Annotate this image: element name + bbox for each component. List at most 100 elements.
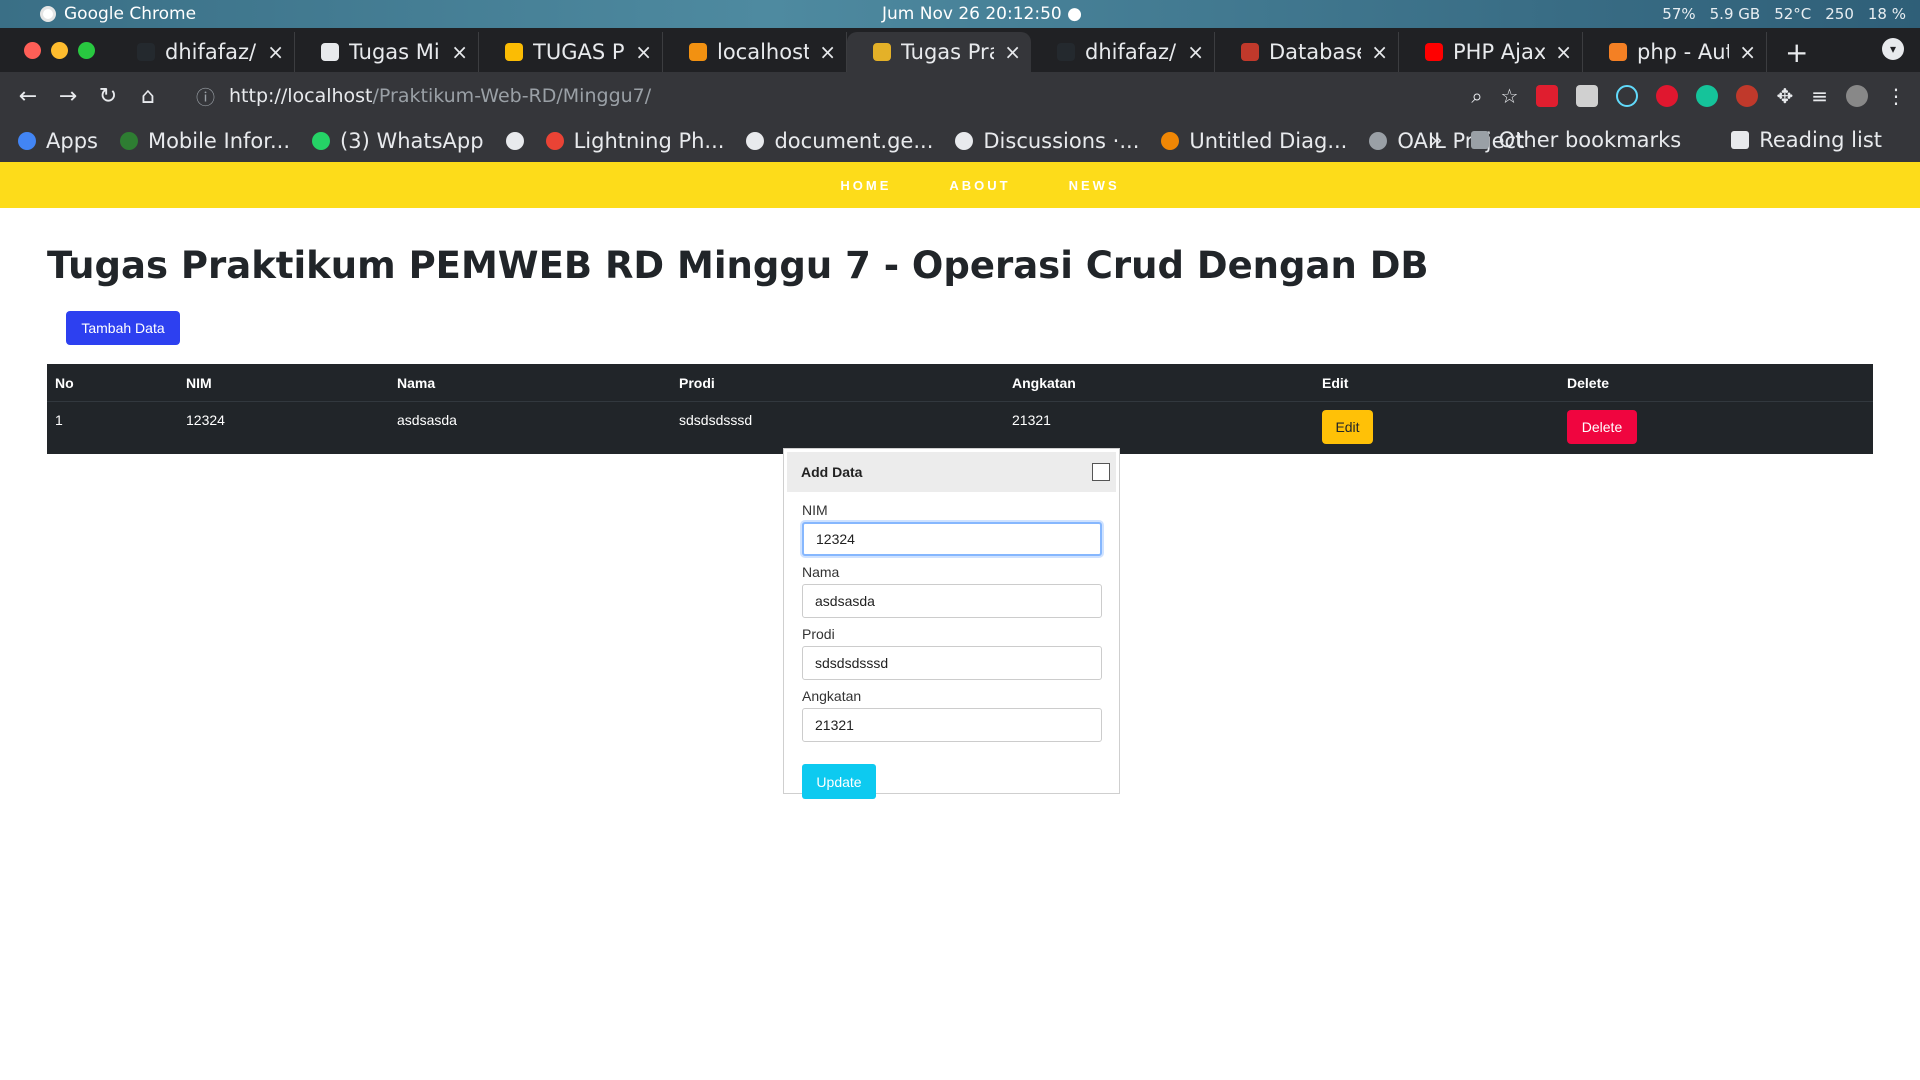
bookmark-item[interactable] xyxy=(505,132,524,150)
address-bar[interactable]: ⓘ http://localhost/Praktikum-Web-RD/Ming… xyxy=(182,78,1412,114)
new-tab-button[interactable]: + xyxy=(1767,32,1826,72)
tab-title: dhifafaz/Pr xyxy=(165,40,257,64)
modal-close-checkbox[interactable] xyxy=(1092,463,1110,481)
tab-close-icon[interactable]: × xyxy=(1555,40,1572,64)
os-menu-bar: Google Chrome Jum Nov 26 20:12:50 ● 57% … xyxy=(0,0,1920,28)
column-header-delete: Delete xyxy=(1567,374,1610,391)
reading-list-label: Reading list xyxy=(1759,128,1882,152)
tab-favicon-icon xyxy=(873,43,891,61)
nim-field[interactable] xyxy=(802,522,1102,556)
tab-close-icon[interactable]: × xyxy=(451,40,468,64)
browser-tab[interactable]: php - Auto × xyxy=(1583,32,1767,72)
os-app-name: Google Chrome xyxy=(64,4,197,24)
tab-close-icon[interactable]: × xyxy=(1187,40,1204,64)
window-controls xyxy=(0,28,111,72)
extensions-area: ⌕ ☆ ✥ ≡ ⋮ xyxy=(1471,84,1906,108)
browser-tab[interactable]: dhifafaz/IF × xyxy=(1031,32,1215,72)
add-data-button[interactable]: Tambah Data xyxy=(66,311,180,345)
site-info-icon[interactable]: ⓘ xyxy=(196,83,215,110)
bookmark-item[interactable]: Apps xyxy=(18,129,98,153)
tab-favicon-icon xyxy=(1057,43,1075,61)
browser-tab[interactable]: Tugas Prakt × xyxy=(847,32,1031,72)
site-navbar: HOME ABOUT NEWS xyxy=(0,162,1920,208)
forward-icon[interactable]: → xyxy=(48,84,88,109)
tab-close-icon[interactable]: × xyxy=(819,40,836,64)
bookmark-item[interactable]: Lightning Ph... xyxy=(545,129,725,153)
tab-close-icon[interactable]: × xyxy=(1739,40,1756,64)
tab-favicon-icon xyxy=(1241,43,1259,61)
browser-tab[interactable]: Database: × xyxy=(1215,32,1399,72)
bookmark-item[interactable]: Untitled Diag... xyxy=(1161,129,1347,153)
puzzle-icon[interactable]: ✥ xyxy=(1776,84,1793,108)
tab-favicon-icon xyxy=(505,43,523,61)
mendeley-extension-icon[interactable] xyxy=(1536,85,1559,107)
close-window-button[interactable] xyxy=(24,41,41,59)
bookmark-favicon-icon xyxy=(119,132,138,150)
tab-close-icon[interactable]: × xyxy=(1004,40,1021,64)
cell-no: 1 xyxy=(55,412,63,428)
tab-close-icon[interactable]: × xyxy=(1371,40,1388,64)
zoom-icon[interactable]: ⌕ xyxy=(1471,84,1482,108)
nav-home-link[interactable]: HOME xyxy=(840,178,891,193)
nim-label: NIM xyxy=(802,502,828,518)
reload-icon[interactable]: ↻ xyxy=(88,84,128,109)
tab-title: PHP Ajax C xyxy=(1453,40,1546,64)
bookmarks-overflow-icon[interactable]: » xyxy=(1430,128,1443,152)
delete-button[interactable]: Delete xyxy=(1567,410,1637,444)
bookmark-item[interactable]: document.ge... xyxy=(746,129,933,153)
bookmark-item[interactable]: Mobile Infor... xyxy=(119,129,291,153)
edit-button[interactable]: Edit xyxy=(1322,410,1373,444)
bookmark-label: (3) WhatsApp xyxy=(340,129,484,153)
adblock-icon[interactable] xyxy=(1656,85,1679,107)
modal-title: Add Data xyxy=(801,464,863,480)
nama-field[interactable] xyxy=(802,584,1102,618)
back-icon[interactable]: ← xyxy=(8,84,48,109)
tab-close-icon[interactable]: × xyxy=(267,40,284,64)
tab-favicon-icon xyxy=(1609,43,1627,61)
reading-list-icon xyxy=(1731,131,1750,149)
avatar[interactable] xyxy=(1846,85,1868,107)
update-button[interactable]: Update xyxy=(802,764,876,799)
data-table: No NIM Nama Prodi Angkatan Edit Delete 1… xyxy=(47,364,1873,454)
os-app-menu[interactable]: Google Chrome xyxy=(40,4,196,24)
browser-tab[interactable]: Tugas Ming × xyxy=(295,32,479,72)
nav-news-link[interactable]: NEWS xyxy=(1069,178,1120,193)
grammarly-icon[interactable] xyxy=(1696,85,1719,107)
cell-delete: Delete xyxy=(1559,402,1873,444)
bookmark-item[interactable]: Discussions ·... xyxy=(955,129,1139,153)
angkatan-field[interactable] xyxy=(802,708,1102,742)
bookmark-label: Mobile Infor... xyxy=(147,129,291,153)
tab-title: Database: xyxy=(1269,40,1361,64)
prodi-label: Prodi xyxy=(802,626,835,642)
cell-prodi: sdsdsdsssd xyxy=(679,412,753,428)
tab-close-icon[interactable]: × xyxy=(635,40,652,64)
maximize-window-button[interactable] xyxy=(78,41,95,59)
bookmark-favicon-icon xyxy=(1161,132,1180,150)
nama-label: Nama xyxy=(802,564,840,580)
extension-icon[interactable] xyxy=(1576,85,1599,107)
tabs-container: dhifafaz/Pr×Tugas Ming×TUGAS PRA×localho… xyxy=(111,28,1767,72)
kebab-menu-icon[interactable]: ⋮ xyxy=(1886,84,1906,108)
reading-list[interactable]: Reading list xyxy=(1731,128,1882,152)
minimize-window-button[interactable] xyxy=(51,41,68,59)
browser-tab[interactable]: TUGAS PRA × xyxy=(479,32,663,72)
bookmark-label: Lightning Ph... xyxy=(573,129,725,153)
bookmark-item[interactable]: (3) WhatsApp xyxy=(312,129,484,153)
prodi-field[interactable] xyxy=(802,646,1102,680)
cell-angkatan: 21321 xyxy=(1012,412,1051,428)
nav-about-link[interactable]: ABOUT xyxy=(949,178,1010,193)
table-row: 1 12324 asdsasda sdsdsdsssd 21321 Edit D… xyxy=(47,402,1873,454)
other-bookmarks[interactable]: Other bookmarks xyxy=(1470,128,1681,152)
browser-tab[interactable]: PHP Ajax C × xyxy=(1399,32,1583,72)
tab-search-icon[interactable]: ▾ xyxy=(1882,38,1904,60)
extension-icon[interactable] xyxy=(1736,85,1759,107)
media-control-icon[interactable]: ≡ xyxy=(1811,84,1828,108)
bookmark-star-icon[interactable]: ☆ xyxy=(1501,84,1519,108)
tab-favicon-icon xyxy=(1425,43,1443,61)
browser-tab[interactable]: dhifafaz/Pr × xyxy=(111,32,295,72)
browser-tab[interactable]: localhost / × xyxy=(663,32,847,72)
react-devtools-icon[interactable] xyxy=(1616,85,1639,107)
home-icon[interactable]: ⌂ xyxy=(128,84,168,109)
os-clock[interactable]: Jum Nov 26 20:12:50 ● xyxy=(882,4,1082,24)
folder-icon xyxy=(1470,131,1489,149)
